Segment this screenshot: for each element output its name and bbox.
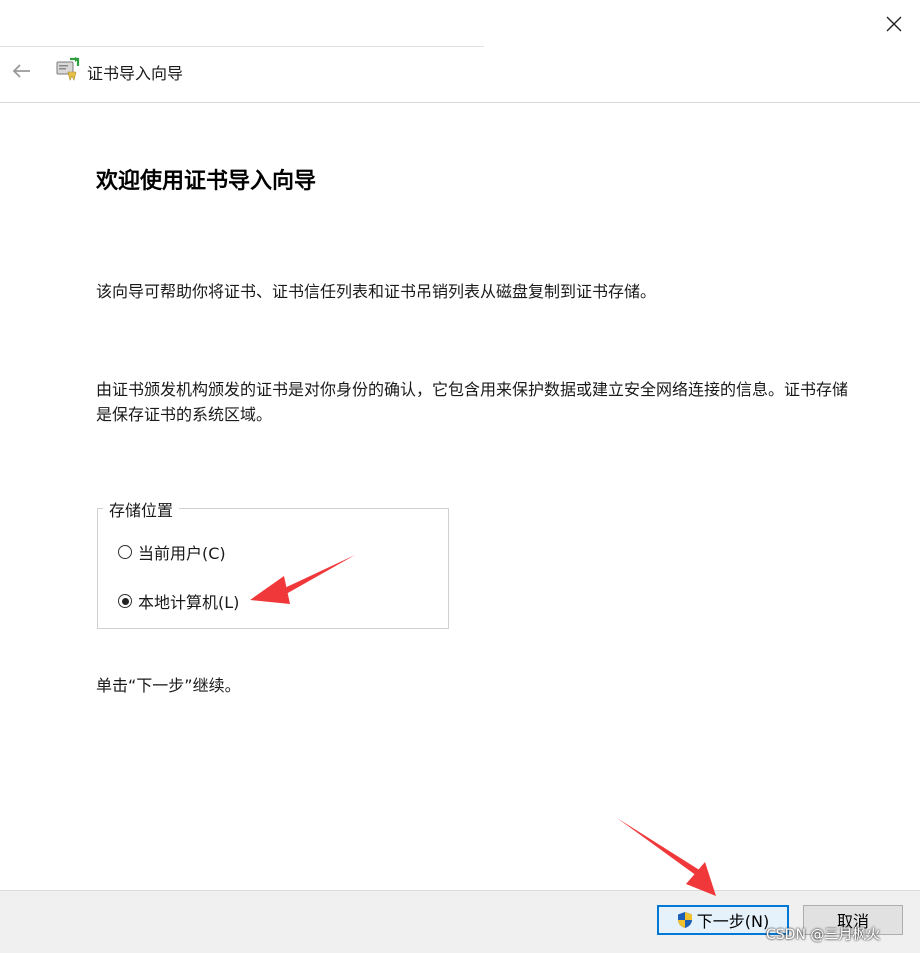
radio-local-machine[interactable]: 本地计算机(L) <box>118 589 239 613</box>
next-button-label: 下一步(N) <box>696 912 770 931</box>
radio-button-checked[interactable] <box>118 594 132 608</box>
wizard-title: 证书导入向导 <box>87 64 184 83</box>
store-location-legend: 存储位置 <box>103 497 180 521</box>
close-icon <box>886 16 902 32</box>
back-button[interactable] <box>8 58 36 84</box>
certificate-wizard-icon <box>54 56 80 82</box>
description-paragraph: 由证书颁发机构颁发的证书是对你身份的确认，它包含用来保护数据或建立安全网络连接的… <box>96 380 849 424</box>
page-heading: 欢迎使用证书导入向导 <box>96 169 317 194</box>
watermark: CSDN @三月枫火 <box>766 927 881 943</box>
back-arrow-icon <box>12 64 30 78</box>
radio-label-current-user: 当前用户(C) <box>138 544 226 563</box>
radio-current-user[interactable]: 当前用户(C) <box>118 540 226 564</box>
intro-paragraph: 该向导可帮助你将证书、证书信任列表和证书吊销列表从磁盘复制到证书存储。 <box>96 282 657 301</box>
radio-label-local-machine: 本地计算机(L) <box>138 593 240 612</box>
radio-button-unchecked[interactable] <box>118 545 132 559</box>
continue-hint: 单击“下一步”继续。 <box>96 676 241 695</box>
annotation-arrow-next <box>617 818 716 896</box>
annotation-arrows <box>250 555 716 896</box>
close-button[interactable] <box>872 6 916 42</box>
uac-shield-icon <box>677 912 692 928</box>
